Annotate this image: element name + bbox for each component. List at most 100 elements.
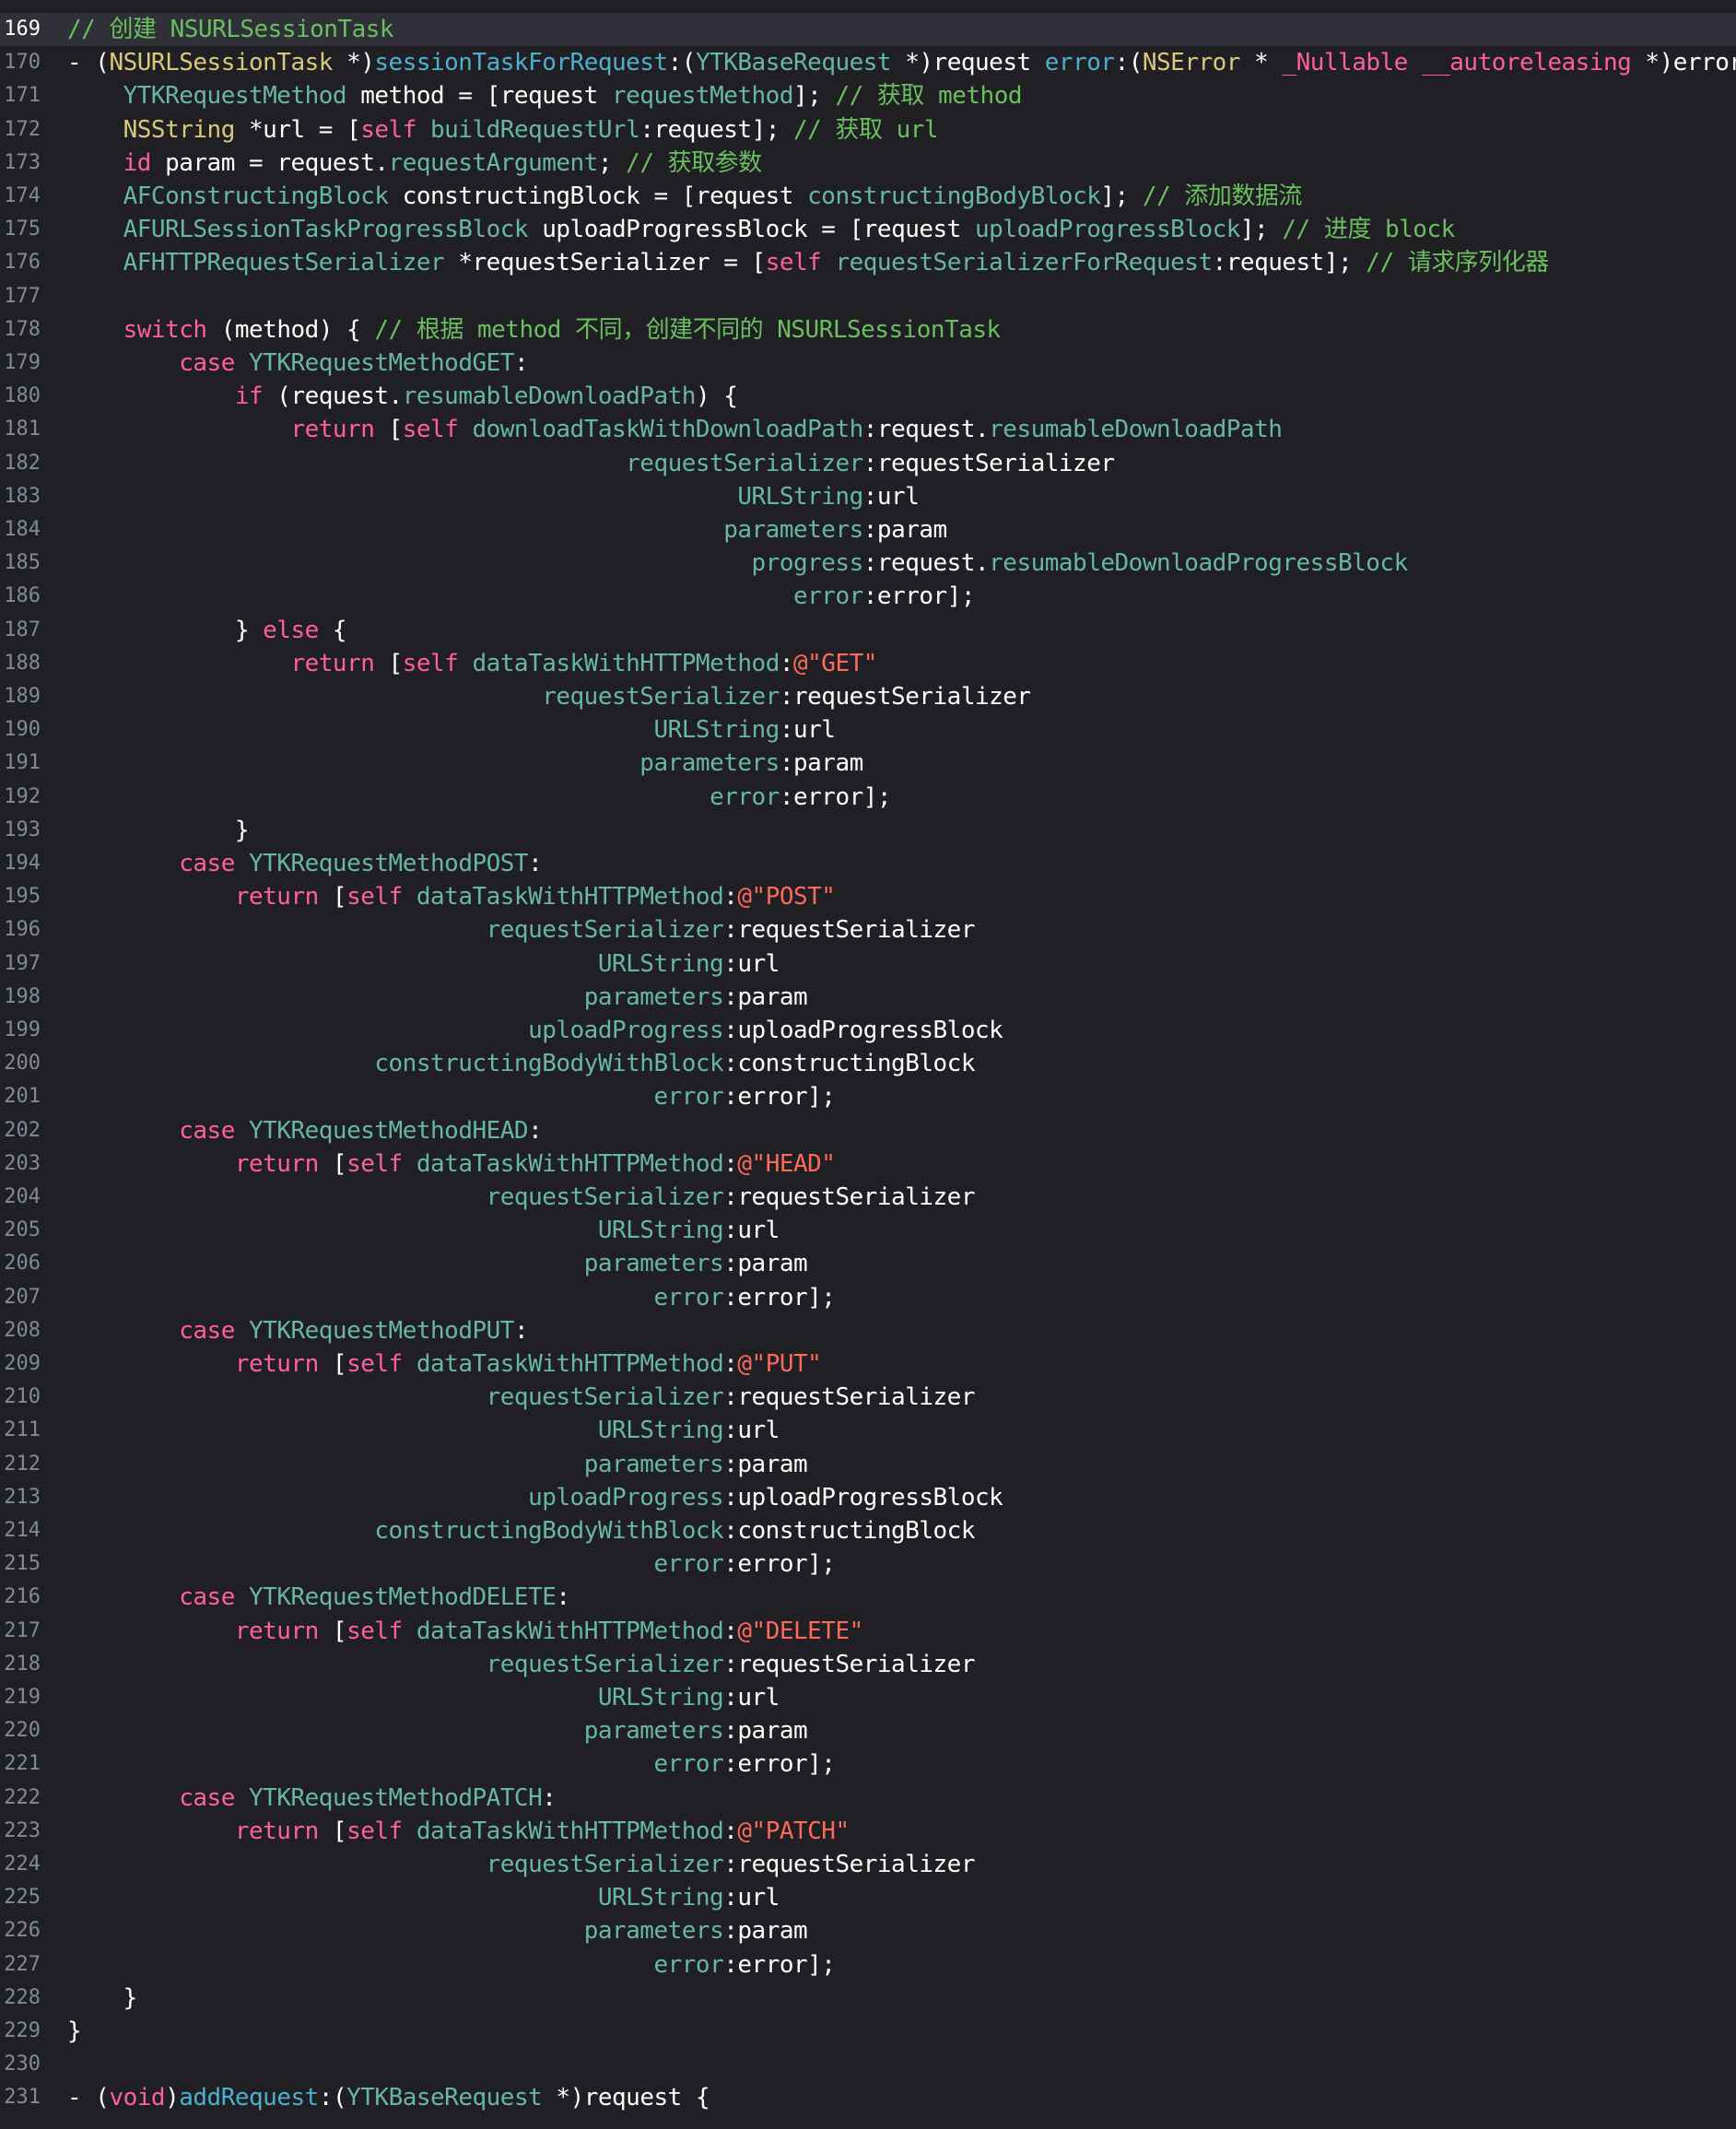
line-number[interactable]: 172 (0, 113, 41, 147)
line-number[interactable]: 222 (0, 1782, 41, 1815)
line-number[interactable]: 227 (0, 1948, 41, 1982)
line-number[interactable]: 217 (0, 1615, 41, 1648)
line-number[interactable]: 178 (0, 313, 41, 347)
line-number[interactable]: 183 (0, 480, 41, 513)
line-number[interactable]: 185 (0, 547, 41, 580)
code-line[interactable]: NSString *url = [self buildRequestUrl:re… (67, 113, 939, 147)
code-line[interactable]: case YTKRequestMethodHEAD: (67, 1114, 543, 1147)
line-number[interactable]: 205 (0, 1214, 41, 1247)
code-line[interactable]: error:error]; (67, 1281, 836, 1314)
code-line[interactable]: case YTKRequestMethodPOST: (67, 847, 543, 880)
code-line[interactable]: case YTKRequestMethodDELETE: (67, 1581, 570, 1614)
code-line[interactable]: URLString:url (67, 480, 920, 513)
code-line[interactable]: error:error]; (67, 1747, 836, 1781)
code-line[interactable]: constructingBodyWithBlock:constructingBl… (67, 1514, 975, 1547)
line-number[interactable]: 218 (0, 1648, 41, 1681)
code-line[interactable]: URLString:url (67, 1214, 780, 1247)
line-number[interactable]: 194 (0, 847, 41, 880)
code-line[interactable]: error:error]; (67, 1948, 836, 1982)
line-number[interactable]: 188 (0, 647, 41, 680)
code-line[interactable]: parameters:param (67, 1448, 808, 1481)
line-number[interactable]: 176 (0, 246, 41, 279)
line-number[interactable]: 190 (0, 713, 41, 747)
code-line[interactable]: parameters:param (67, 981, 808, 1014)
line-number[interactable]: 181 (0, 413, 41, 446)
code-line[interactable]: URLString:url (67, 947, 780, 981)
code-line[interactable]: AFHTTPRequestSerializer *requestSerializ… (67, 246, 1550, 279)
line-number[interactable]: 180 (0, 380, 41, 413)
line-number[interactable]: 214 (0, 1514, 41, 1547)
code-line[interactable]: requestSerializer:requestSerializer (67, 680, 1031, 713)
code-line[interactable]: URLString:url (67, 713, 836, 747)
code-line[interactable]: switch (method) { // 根据 method 不同，创建不同的 … (67, 313, 1002, 347)
code-line[interactable]: case YTKRequestMethodPATCH: (67, 1782, 557, 1815)
code-line[interactable]: parameters:param (67, 1247, 808, 1280)
code-line[interactable]: requestSerializer:requestSerializer (67, 1181, 976, 1214)
code-line[interactable]: URLString:url (67, 1681, 780, 1714)
line-number[interactable]: 224 (0, 1848, 41, 1881)
line-number[interactable]: 201 (0, 1080, 41, 1113)
line-number[interactable]: 230 (0, 2048, 41, 2081)
line-number[interactable]: 197 (0, 947, 41, 981)
line-number[interactable]: 207 (0, 1281, 41, 1314)
code-line[interactable]: return [self dataTaskWithHTTPMethod:@"DE… (67, 1615, 863, 1648)
line-number[interactable]: 226 (0, 1914, 41, 1947)
line-number[interactable]: 221 (0, 1747, 41, 1781)
line-number[interactable]: 179 (0, 347, 41, 380)
line-number[interactable]: 228 (0, 1982, 41, 2015)
code-editor[interactable]: 169 170 171 172 173 174 175 176 177 178 179 180 181 1… (0, 0, 1736, 2129)
line-number[interactable]: 206 (0, 1247, 41, 1280)
line-number[interactable]: 193 (0, 814, 41, 847)
line-number[interactable]: 231 (0, 2081, 41, 2114)
line-number[interactable]: 203 (0, 1147, 41, 1181)
code-line[interactable]: } (67, 2015, 82, 2048)
line-number[interactable]: 199 (0, 1014, 41, 1047)
code-line[interactable]: YTKRequestMethod method = [request reque… (67, 79, 1023, 112)
code-line[interactable]: } (67, 1982, 138, 2015)
code-line[interactable]: requestSerializer:requestSerializer (67, 913, 976, 947)
line-number[interactable]: 173 (0, 147, 41, 180)
code-line[interactable]: } else { (67, 614, 347, 647)
code-line[interactable]: URLString:url (67, 1414, 780, 1447)
code-line[interactable]: return [self dataTaskWithHTTPMethod:@"PA… (67, 1815, 850, 1848)
line-number[interactable]: 210 (0, 1381, 41, 1414)
code-line[interactable]: error:error]; (67, 781, 892, 814)
line-number[interactable]: 223 (0, 1815, 41, 1848)
code-line[interactable]: parameters:param (67, 1714, 808, 1747)
code-line[interactable]: error:error]; (67, 580, 976, 613)
code-line[interactable]: parameters:param (67, 513, 947, 547)
code-line[interactable]: error:error]; (67, 1080, 836, 1113)
line-number[interactable]: 186 (0, 580, 41, 613)
line-number[interactable]: 196 (0, 913, 41, 947)
code-line[interactable]: return [self downloadTaskWithDownloadPat… (67, 413, 1282, 446)
code-line[interactable]: error:error]; (67, 1547, 836, 1581)
code-line[interactable]: uploadProgress:uploadProgressBlock (67, 1481, 1003, 1514)
line-number[interactable]: 211 (0, 1414, 41, 1447)
code-line[interactable]: return [self dataTaskWithHTTPMethod:@"HE… (67, 1147, 836, 1181)
code-line[interactable]: id param = request.requestArgument; // 获… (67, 147, 763, 180)
line-number[interactable]: 216 (0, 1581, 41, 1614)
line-number[interactable]: 184 (0, 513, 41, 547)
line-number[interactable]: 191 (0, 747, 41, 780)
line-number[interactable]: 212 (0, 1448, 41, 1481)
line-number[interactable]: 171 (0, 79, 41, 112)
code-line[interactable]: return [self dataTaskWithHTTPMethod:@"PU… (67, 1347, 822, 1381)
code-line[interactable]: return [self dataTaskWithHTTPMethod:@"PO… (67, 880, 836, 913)
code-line[interactable]: requestSerializer:requestSerializer (67, 1848, 976, 1881)
line-number[interactable]: 200 (0, 1047, 41, 1080)
code-line[interactable]: AFConstructingBlock constructingBlock = … (67, 180, 1303, 213)
line-number[interactable]: 170 (0, 46, 41, 79)
line-number[interactable]: 220 (0, 1714, 41, 1747)
code-line[interactable]: return [self dataTaskWithHTTPMethod:@"GE… (67, 647, 877, 680)
code-line[interactable]: AFURLSessionTaskProgressBlock uploadProg… (67, 213, 1456, 246)
line-number[interactable]: 174 (0, 180, 41, 213)
code-line[interactable]: uploadProgress:uploadProgressBlock (67, 1014, 1003, 1047)
code-line[interactable]: - (void)addRequest:(YTKBaseRequest *)req… (67, 2081, 710, 2114)
line-number[interactable]: 209 (0, 1347, 41, 1381)
code-line[interactable]: URLString:url (67, 1881, 780, 1914)
line-number[interactable]: 182 (0, 447, 41, 480)
line-number[interactable]: 225 (0, 1881, 41, 1914)
code-line[interactable]: case YTKRequestMethodGET: (67, 347, 528, 380)
line-number[interactable]: 208 (0, 1314, 41, 1347)
code-line[interactable]: requestSerializer:requestSerializer (67, 447, 1115, 480)
